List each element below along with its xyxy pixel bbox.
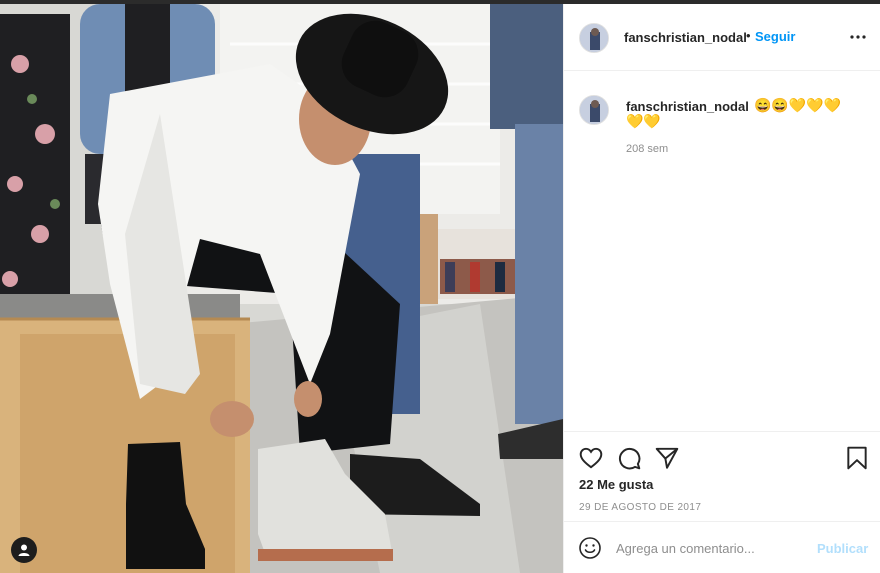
post-header: fanschristian_nodal • Seguir [564, 4, 880, 71]
comment-bubble-icon[interactable] [616, 445, 642, 471]
ellipsis-icon[interactable] [849, 28, 867, 46]
publish-button[interactable]: Publicar [817, 541, 868, 556]
post-photo-illustration [0, 4, 563, 573]
comment-input[interactable] [616, 535, 806, 561]
avatar-image [580, 24, 608, 52]
likes-count[interactable]: 22 Me gusta [579, 477, 653, 492]
bookmark-icon[interactable] [844, 445, 870, 471]
avatar[interactable] [579, 23, 609, 53]
avatar-image [580, 96, 608, 124]
paper-plane-icon[interactable] [654, 445, 680, 471]
add-comment-bar: Publicar [564, 521, 880, 573]
caption-text-continued: 💛💛 [626, 113, 661, 129]
caption-avatar[interactable] [579, 95, 609, 125]
post-side-panel: fanschristian_nodal • Seguir fanschristi… [563, 4, 880, 573]
caption-text: 😄😄💛💛💛 [754, 97, 842, 113]
heart-icon[interactable] [578, 445, 604, 471]
smiley-icon[interactable] [578, 536, 602, 560]
post-date[interactable]: 29 DE AGOSTO DE 2017 [579, 502, 701, 513]
caption-username[interactable]: fanschristian_nodal [626, 99, 749, 114]
instagram-post-window: fanschristian_nodal • Seguir fanschristi… [0, 0, 880, 573]
post-actions: 22 Me gusta 29 DE AGOSTO DE 2017 [564, 431, 880, 524]
separator-dot: • [746, 28, 751, 43]
tagged-users-button[interactable] [11, 537, 37, 563]
post-photo[interactable] [0, 4, 563, 573]
person-icon [18, 544, 30, 556]
caption-timestamp[interactable]: 208 sem [626, 143, 668, 155]
follow-button[interactable]: Seguir [755, 29, 795, 44]
post-author-username[interactable]: fanschristian_nodal [624, 30, 747, 45]
